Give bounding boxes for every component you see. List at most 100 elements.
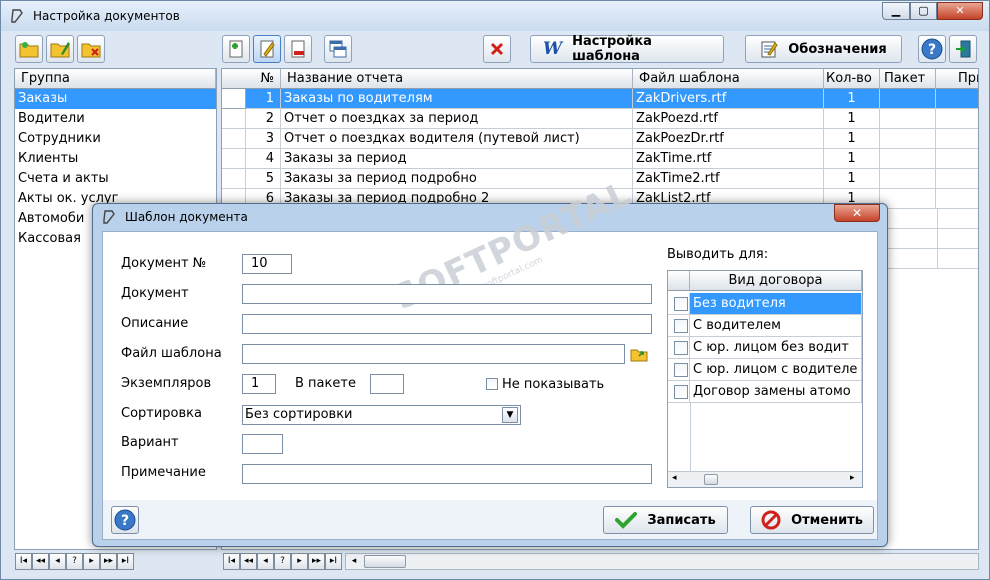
copies-input[interactable]: 1 xyxy=(242,374,276,394)
edit-report-button[interactable] xyxy=(253,35,281,63)
exit-button[interactable] xyxy=(949,35,977,63)
contract-check-cell xyxy=(668,315,690,337)
scroll-left-icon[interactable]: ◂ xyxy=(672,473,677,483)
delete-group-button[interactable] xyxy=(77,35,105,63)
nav-prev-page-button[interactable]: ◂◂ xyxy=(240,553,257,570)
maximize-button[interactable]: ▢ xyxy=(910,2,937,20)
contract-row[interactable]: Договор замены атомо xyxy=(668,381,862,403)
delete-report-button[interactable] xyxy=(284,35,312,63)
nav-last-button[interactable]: ▸I xyxy=(117,553,134,570)
nav-last-button[interactable]: ▸I xyxy=(325,553,342,570)
col-header-number[interactable]: № xyxy=(222,69,281,89)
group-item[interactable]: Клиенты xyxy=(15,149,216,169)
nav-next-page-button[interactable]: ▸▸ xyxy=(100,553,117,570)
add-group-button[interactable] xyxy=(15,35,43,63)
cancel-button[interactable] xyxy=(483,35,511,63)
contract-header[interactable]: Вид договора xyxy=(690,271,862,291)
nav-prev-button[interactable]: ◂ xyxy=(49,553,66,570)
nav-prev-page-button[interactable]: ◂◂ xyxy=(32,553,49,570)
group-item[interactable]: Заказы xyxy=(15,89,216,109)
row-file: ZakTime2.rtf xyxy=(633,169,824,189)
contract-checkbox[interactable] xyxy=(674,363,688,377)
template-file-input[interactable] xyxy=(242,344,625,364)
nav-search-button[interactable]: ? xyxy=(274,553,291,570)
contract-checkbox[interactable] xyxy=(674,341,688,355)
doc-number-input[interactable]: 10 xyxy=(242,254,292,274)
template-settings-button[interactable]: W Настройка шаблона xyxy=(530,34,724,64)
scroll-left-icon[interactable]: ◂ xyxy=(346,554,362,569)
open-folder-icon[interactable] xyxy=(630,347,648,362)
help-icon: ? xyxy=(114,509,136,531)
row-qty: 1 xyxy=(824,129,880,149)
row-note xyxy=(936,169,978,189)
col-header-file[interactable]: Файл шаблона xyxy=(633,69,824,89)
save-button[interactable]: Записать xyxy=(603,506,728,534)
horizontal-scrollbar[interactable]: ◂ xyxy=(345,553,979,570)
scroll-thumb[interactable] xyxy=(704,474,718,485)
row-packet xyxy=(880,149,936,169)
checkmark-icon xyxy=(615,512,638,529)
nav-first-button[interactable]: I◂ xyxy=(223,553,240,570)
col-header-packet[interactable]: Пакет xyxy=(880,69,936,89)
col-header-note[interactable]: Прим xyxy=(936,69,978,89)
nav-next-page-button[interactable]: ▸▸ xyxy=(308,553,325,570)
table-row[interactable]: 1 Заказы по водителям ZakDrivers.rtf 1 xyxy=(222,89,978,109)
nav-search-button[interactable]: ? xyxy=(66,553,83,570)
sort-select[interactable]: Без сортировки ▼ xyxy=(242,405,521,425)
copy-report-button[interactable] xyxy=(324,35,352,63)
packet-input[interactable] xyxy=(370,374,404,394)
contract-name: С юр. лицом с водителе xyxy=(690,359,862,381)
desc-input[interactable] xyxy=(242,314,652,334)
row-file: ZakPoezd.rtf xyxy=(633,109,824,129)
chevron-down-icon[interactable]: ▼ xyxy=(502,407,518,423)
add-report-button[interactable] xyxy=(222,35,250,63)
col-header-name[interactable]: Название отчета xyxy=(281,69,633,89)
help-button[interactable]: ? xyxy=(918,35,946,63)
col-header-qty[interactable]: Кол-во xyxy=(824,69,880,89)
row-indicator xyxy=(222,109,246,129)
contract-row[interactable]: Без водителя xyxy=(668,293,862,315)
row-qty: 1 xyxy=(824,89,880,109)
group-item[interactable]: Водители xyxy=(15,109,216,129)
table-row[interactable]: 4 Заказы за период ZakTime.rtf 1 xyxy=(222,149,978,169)
close-button[interactable]: ✕ xyxy=(937,2,983,20)
hide-checkbox[interactable] xyxy=(486,378,498,390)
cancel-dialog-button[interactable]: Отменить xyxy=(750,506,874,534)
title-bar: Настройка документов ▁ ▢ ✕ xyxy=(1,1,989,31)
nav-first-button[interactable]: I◂ xyxy=(15,553,32,570)
minimize-button[interactable]: ▁ xyxy=(882,2,910,20)
group-item[interactable]: Сотрудники xyxy=(15,129,216,149)
note-input[interactable] xyxy=(242,464,652,484)
group-item[interactable]: Счета и акты xyxy=(15,169,216,189)
nav-next-button[interactable]: ▸ xyxy=(83,553,100,570)
row-file: ZakPoezDr.rtf xyxy=(633,129,824,149)
template-dialog: Шаблон документа ✕ SOFTPORTAL www.softpo… xyxy=(92,173,888,547)
row-number: 5 xyxy=(246,169,281,189)
contract-checkbox[interactable] xyxy=(674,297,688,311)
scroll-thumb[interactable] xyxy=(364,555,406,568)
designations-button[interactable]: Обозначения xyxy=(745,35,902,63)
nav-prev-button[interactable]: ◂ xyxy=(257,553,274,570)
contract-checkbox[interactable] xyxy=(674,319,688,333)
contract-check-cell xyxy=(668,359,690,381)
dialog-close-button[interactable]: ✕ xyxy=(834,204,880,222)
nav-next-button[interactable]: ▸ xyxy=(291,553,308,570)
variant-input[interactable] xyxy=(242,434,283,454)
doc-input[interactable] xyxy=(242,284,652,304)
contract-row[interactable]: С водителем xyxy=(668,315,862,337)
scroll-right-icon[interactable]: ▸ xyxy=(850,473,855,483)
table-row[interactable]: 3 Отчет о поездках водителя (путевой лис… xyxy=(222,129,978,149)
contract-hscrollbar[interactable]: ◂ ▸ xyxy=(668,471,862,487)
row-file: ZakTime.rtf xyxy=(633,149,824,169)
contract-checkbox[interactable] xyxy=(674,385,688,399)
dialog-help-button[interactable]: ? xyxy=(111,506,139,534)
empty-rows xyxy=(880,209,978,269)
sort-value: Без сортировки xyxy=(245,407,353,422)
contract-row[interactable]: С юр. лицом с водителе xyxy=(668,359,862,381)
contract-name: Без водителя xyxy=(690,293,862,315)
cancel-label: Отменить xyxy=(791,512,863,528)
row-qty: 1 xyxy=(824,109,880,129)
edit-group-button[interactable] xyxy=(46,35,74,63)
contract-row[interactable]: С юр. лицом без водит xyxy=(668,337,862,359)
table-row[interactable]: 2 Отчет о поездках за период ZakPoezd.rt… xyxy=(222,109,978,129)
